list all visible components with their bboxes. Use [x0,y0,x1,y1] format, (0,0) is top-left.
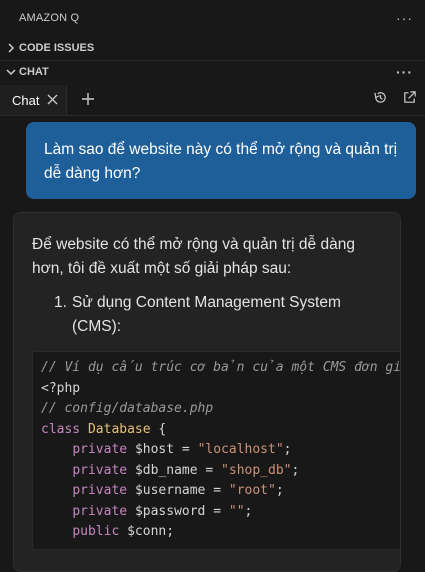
code-variable: $db_name [134,462,198,478]
code-operator: = [174,442,198,457]
code-comment: // config/database.php [41,401,214,416]
code-punct: ; [275,483,284,498]
code-variable: $host [134,442,175,457]
code-block[interactable]: // Ví dụ cấu trúc cơ bản của một CMS đơn… [32,351,400,550]
code-punct: ; [244,503,253,519]
user-message: Làm sao để website này có thể mở rộng và… [26,122,416,199]
code-keyword: class [41,421,81,437]
code-keyword: public [72,524,120,539]
list-item: 1. Sử dụng Content Management System (CM… [32,291,382,339]
code-variable: $username [134,483,206,498]
section-chat[interactable]: CHAT ··· [0,60,425,83]
code-keyword: private [72,462,128,478]
code-punct: ; [166,524,175,539]
panel-title: AMAZON Q [19,12,80,24]
section-code-issues[interactable]: CODE ISSUES [0,37,425,59]
code-operator: = [205,503,229,519]
code-keyword: private [72,442,128,457]
code-punct: { [150,421,167,437]
plus-icon[interactable] [77,90,99,111]
code-string: "shop_db" [221,462,292,478]
tab-chat[interactable]: Chat [0,85,68,115]
list-item-text: Sử dụng Content Management System (CMS): [72,294,341,335]
open-external-icon[interactable] [402,90,417,110]
ellipsis-icon[interactable]: ··· [396,10,413,26]
user-message-text: Làm sao để website này có thể mở rộng và… [44,141,398,182]
code-string: "root" [228,483,276,498]
code-string: "localhost" [197,442,284,457]
chevron-down-icon [4,68,18,76]
code-class-name: Database [87,421,151,437]
chevron-right-icon [4,43,18,53]
close-icon[interactable] [47,92,58,108]
code-variable: $password [134,503,206,519]
panel-header: AMAZON Q ··· [0,0,425,36]
code-operator: = [205,483,229,498]
section-title-code-issues: CODE ISSUES [19,42,95,54]
code-line: <?php [41,380,81,396]
section-title-chat: CHAT [19,66,49,78]
code-keyword: private [72,483,128,498]
list-item-number: 1. [54,294,67,311]
ellipsis-icon[interactable]: ··· [396,64,413,80]
code-variable: $conn [127,524,167,539]
assistant-intro: Để website có thể mở rộng và quản trị dễ… [32,236,355,277]
code-punct: ; [291,462,300,478]
code-punct: ; [283,442,292,457]
tab-actions [373,90,417,110]
history-icon[interactable] [373,90,388,110]
code-keyword: private [72,503,128,519]
code-string: "" [228,503,245,519]
code-comment: // Ví dụ cấu trúc cơ bản của một CMS đơn… [41,360,400,375]
assistant-message: Để website có thể mở rộng và quản trị dễ… [13,212,401,572]
code-operator: = [197,462,222,478]
tab-label: Chat [12,92,40,108]
tab-bar: Chat [0,85,425,116]
